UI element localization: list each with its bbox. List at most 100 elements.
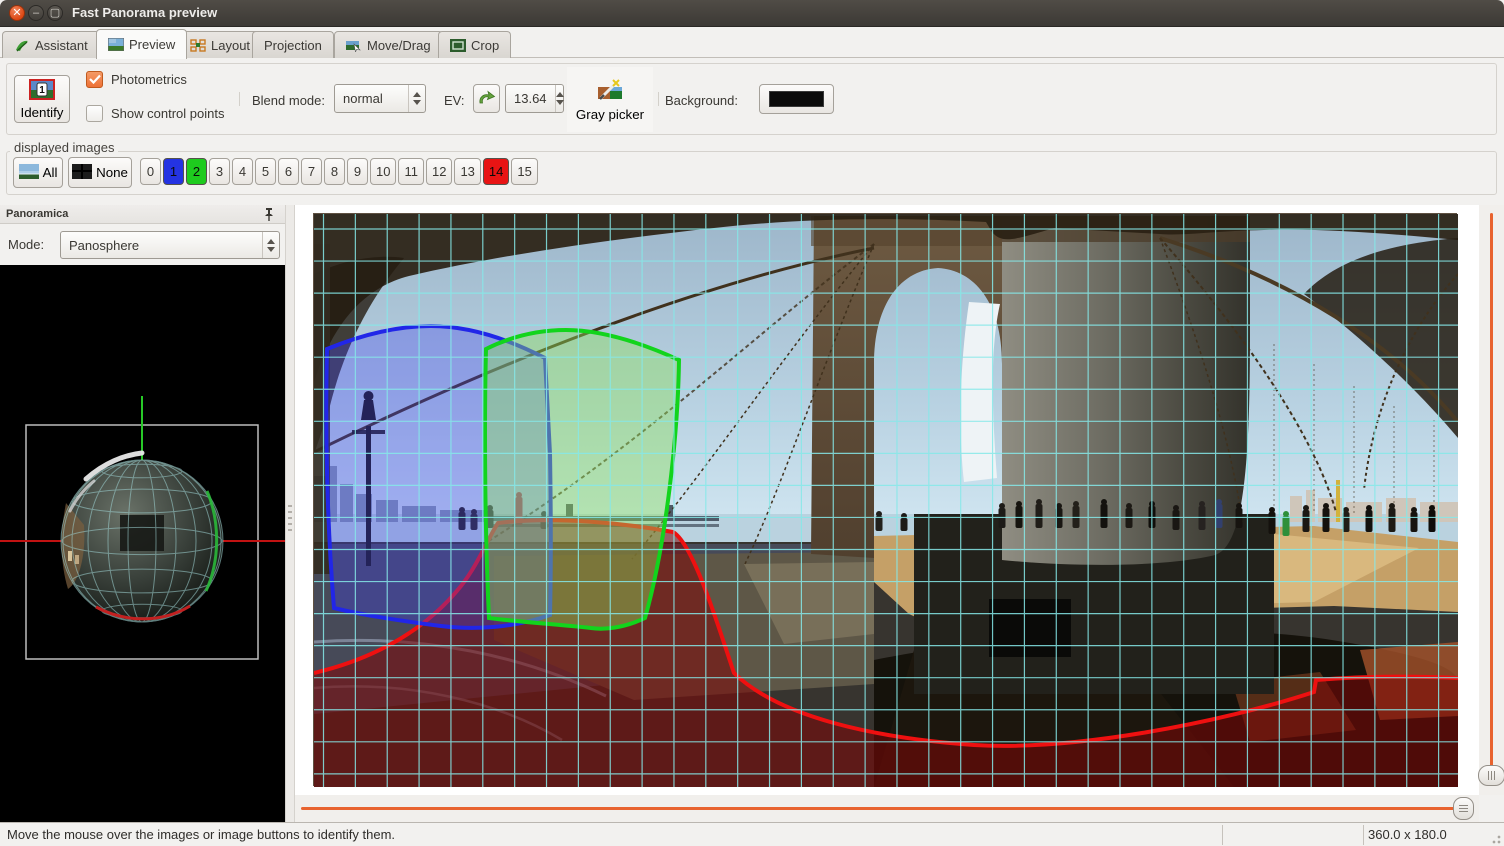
no-images-icon bbox=[72, 164, 92, 182]
all-images-icon bbox=[19, 164, 39, 182]
background-label: Background: bbox=[665, 93, 738, 108]
image-toggle-11[interactable]: 11 bbox=[398, 158, 424, 185]
image-toggle-4[interactable]: 4 bbox=[232, 158, 253, 185]
show-control-points-checkbox[interactable] bbox=[86, 105, 103, 122]
vertical-slider-track[interactable] bbox=[1490, 213, 1493, 783]
blend-mode-select[interactable]: normal bbox=[334, 84, 426, 113]
show-all-button[interactable]: All bbox=[13, 157, 63, 188]
image-toggle-7[interactable]: 7 bbox=[301, 158, 322, 185]
layout-icon bbox=[190, 39, 206, 52]
mode-label: Mode: bbox=[8, 237, 44, 252]
show-control-points-row: Show control points bbox=[86, 104, 224, 122]
tab-preview[interactable]: Preview bbox=[96, 29, 187, 59]
image-toggle-8[interactable]: 8 bbox=[324, 158, 345, 185]
show-none-button[interactable]: None bbox=[68, 157, 132, 188]
panel-splitter[interactable] bbox=[285, 205, 295, 822]
app-window: ✕ – ▢ Fast Panorama preview Assistant Pr… bbox=[0, 0, 1504, 846]
svg-text:1: 1 bbox=[39, 85, 45, 96]
pin-icon[interactable] bbox=[263, 207, 277, 222]
image-toggle-1[interactable]: 1 bbox=[163, 158, 184, 185]
tab-assistant[interactable]: Assistant bbox=[2, 31, 100, 58]
horizontal-slider-track[interactable] bbox=[301, 807, 1473, 810]
check-icon bbox=[89, 72, 101, 87]
image-toggle-15[interactable]: 15 bbox=[511, 158, 537, 185]
close-button[interactable]: ✕ bbox=[9, 5, 25, 21]
splitter-grip-icon bbox=[288, 505, 292, 531]
tower-window bbox=[989, 599, 1071, 657]
mode-stepper[interactable] bbox=[262, 232, 279, 258]
window-title: Fast Panorama preview bbox=[72, 5, 217, 20]
image-toggle-3[interactable]: 3 bbox=[209, 158, 230, 185]
image-toggle-9[interactable]: 9 bbox=[347, 158, 368, 185]
image-toggle-0[interactable]: 0 bbox=[140, 158, 161, 185]
tab-label: Preview bbox=[129, 37, 175, 52]
horizontal-pan-slider[interactable] bbox=[295, 795, 1479, 822]
tab-projection[interactable]: Projection bbox=[252, 31, 334, 58]
toolbar-separator bbox=[239, 92, 240, 106]
photometrics-label: Photometrics bbox=[111, 72, 187, 87]
blend-mode-value: normal bbox=[335, 85, 408, 112]
photometrics-checkbox-row: Photometrics bbox=[86, 70, 187, 88]
tab-label: Crop bbox=[471, 38, 499, 53]
ev-label: EV: bbox=[444, 93, 464, 108]
gray-picker-button[interactable]: Gray picker bbox=[567, 67, 653, 132]
gray-picker-icon bbox=[597, 78, 623, 104]
ev-spin-stepper[interactable] bbox=[555, 85, 564, 112]
canvas-size-readout: 360.0 x 180.0 bbox=[1368, 827, 1447, 842]
minimize-button[interactable]: – bbox=[28, 5, 44, 21]
displayed-images-label: displayed images bbox=[10, 140, 118, 155]
photometrics-checkbox[interactable] bbox=[86, 71, 103, 88]
image-toggle-5[interactable]: 5 bbox=[255, 158, 276, 185]
background-color-button[interactable] bbox=[759, 84, 834, 114]
image-toggle-12[interactable]: 12 bbox=[426, 158, 452, 185]
identify-button[interactable]: 1 Identify bbox=[14, 75, 70, 123]
vertical-pan-slider[interactable] bbox=[1479, 205, 1504, 795]
status-message: Move the mouse over the images or image … bbox=[7, 827, 395, 842]
toolbar-separator bbox=[658, 92, 659, 106]
tab-layout[interactable]: Layout bbox=[178, 31, 262, 58]
tab-crop[interactable]: Crop bbox=[438, 31, 511, 58]
image-toggle-14[interactable]: 14 bbox=[483, 158, 509, 185]
panorama-canvas[interactable] bbox=[313, 213, 1457, 786]
statusbar-separator bbox=[1222, 825, 1223, 845]
ev-reset-button[interactable] bbox=[473, 84, 500, 113]
move-drag-icon bbox=[346, 39, 362, 52]
mode-value: Panosphere bbox=[61, 232, 262, 258]
none-label: None bbox=[96, 165, 128, 180]
background-color-swatch bbox=[769, 91, 824, 107]
blend-mode-stepper[interactable] bbox=[408, 85, 425, 112]
resize-grip[interactable] bbox=[1489, 832, 1501, 844]
image-toggle-buttons: 0123456789101112131415 bbox=[140, 158, 538, 185]
tab-label: Layout bbox=[211, 38, 250, 53]
statusbar-separator bbox=[1363, 825, 1364, 845]
panosphere-panel: Panoramica Mode: Panosphere bbox=[0, 205, 285, 822]
status-bar: Move the mouse over the images or image … bbox=[0, 822, 1504, 846]
image-toggle-2[interactable]: 2 bbox=[186, 158, 207, 185]
maximize-button[interactable]: ▢ bbox=[47, 5, 63, 21]
panel-header: Panoramica bbox=[0, 205, 285, 224]
ev-spinbox[interactable]: 13.64 bbox=[505, 84, 564, 113]
ev-value: 13.64 bbox=[506, 85, 555, 112]
image-toggle-13[interactable]: 13 bbox=[454, 158, 480, 185]
panel-title: Panoramica bbox=[6, 208, 68, 220]
mode-select[interactable]: Panosphere bbox=[60, 231, 280, 259]
show-control-points-label: Show control points bbox=[111, 106, 224, 121]
gray-picker-label: Gray picker bbox=[576, 107, 644, 122]
preview-icon bbox=[108, 38, 124, 51]
green-arrow-icon bbox=[477, 89, 496, 108]
titlebar: ✕ – ▢ Fast Panorama preview bbox=[0, 0, 1504, 27]
identify-label: Identify bbox=[21, 105, 64, 120]
all-label: All bbox=[43, 165, 58, 180]
mode-row: Mode: Panosphere bbox=[0, 224, 285, 265]
image-toggle-10[interactable]: 10 bbox=[370, 158, 396, 185]
tab-label: Projection bbox=[264, 38, 322, 53]
vertical-slider-handle[interactable] bbox=[1478, 765, 1504, 786]
crane bbox=[1336, 480, 1340, 522]
panosphere-viewport[interactable] bbox=[0, 265, 285, 822]
tab-move-drag[interactable]: Move/Drag bbox=[334, 31, 443, 58]
horizontal-slider-handle[interactable] bbox=[1453, 797, 1474, 820]
identify-icon: 1 bbox=[29, 79, 55, 103]
image-toggle-6[interactable]: 6 bbox=[278, 158, 299, 185]
preview-canvas-area bbox=[295, 205, 1479, 795]
blend-mode-label: Blend mode: bbox=[252, 93, 325, 108]
